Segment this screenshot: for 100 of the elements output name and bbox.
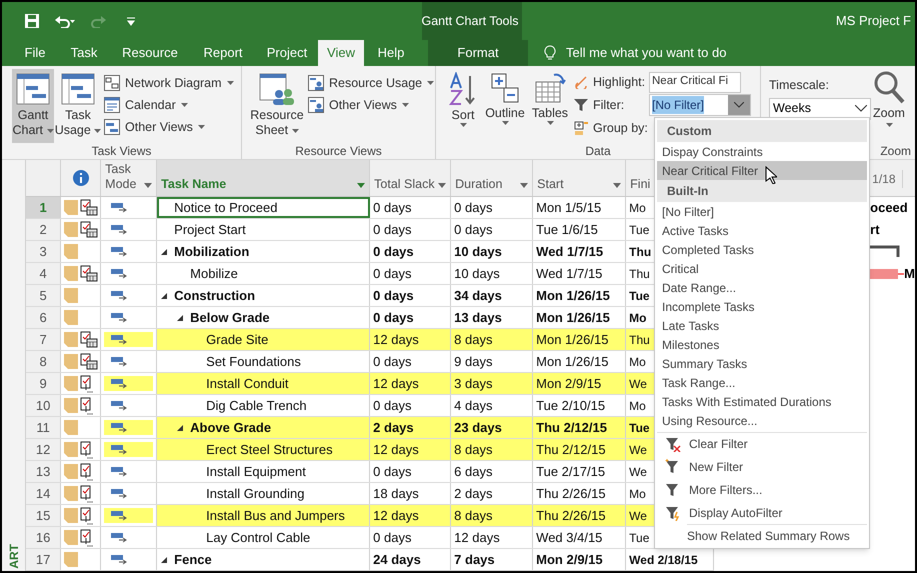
task-name-cell[interactable]: Lay Control Cable <box>157 527 370 548</box>
collapse-triangle-icon[interactable] <box>161 556 168 562</box>
table-cell: 4 days <box>451 395 534 416</box>
customize-menu-icon[interactable] <box>126 16 136 26</box>
row-number[interactable]: 5 <box>26 285 62 306</box>
caret-icon <box>427 81 434 85</box>
ribbon-tab[interactable]: Resource <box>110 40 190 66</box>
column-header[interactable]: Total Slack <box>370 160 452 196</box>
row-number[interactable]: 3 <box>26 241 62 262</box>
task-name-cell[interactable]: Above Grade <box>157 417 370 438</box>
task-name-cell[interactable]: Fence <box>157 549 370 570</box>
caret-icon <box>180 103 188 107</box>
table-cell: 0 days <box>370 219 452 240</box>
ribbon-tab[interactable]: Format <box>428 40 528 66</box>
task-name-cell[interactable]: Notice to Proceed <box>157 197 370 218</box>
ribbon-tab[interactable]: Project <box>256 40 318 66</box>
ribbon-button[interactable]: Gantt Chart <box>12 69 54 143</box>
caret-icon <box>292 128 299 133</box>
checklist-icon <box>80 528 94 546</box>
table-cell: 0 days <box>370 395 452 416</box>
ribbon-menu-button[interactable]: Other Views <box>104 116 234 138</box>
row-number[interactable]: 7 <box>26 329 62 350</box>
filter-icon <box>665 482 681 498</box>
menu-item[interactable]: Show Related Summary Rows <box>687 524 867 546</box>
auto-schedule-icon <box>111 488 128 500</box>
task-name-cell[interactable]: Dig Cable Trench <box>157 395 370 416</box>
table-cell: 2 days <box>451 483 534 504</box>
zoom-button[interactable]: Zoom <box>873 70 905 144</box>
checklist-icon <box>80 374 94 392</box>
column-header[interactable]: Duration <box>451 160 534 196</box>
task-name-cell[interactable]: Project Start <box>157 219 370 240</box>
summary-bar[interactable] <box>870 245 900 259</box>
table-cell: 0 days <box>370 351 452 372</box>
auto-schedule-icon <box>111 224 128 236</box>
table-cell: Tue 2/17/15 <box>533 461 626 482</box>
row-number[interactable]: 9 <box>26 373 62 394</box>
row-number[interactable]: 6 <box>26 307 62 328</box>
table-cell: 23 days <box>451 417 534 438</box>
ribbon-button[interactable]: Outline <box>482 69 528 143</box>
task-name-cell[interactable]: Install Grounding <box>157 483 370 504</box>
network-diagram-icon <box>104 75 120 91</box>
ribbon-tab[interactable]: File <box>12 40 58 66</box>
menu-item[interactable]: Dispay Constraints <box>657 142 867 161</box>
row-number[interactable]: 14 <box>26 483 62 504</box>
save-icon[interactable] <box>24 13 40 29</box>
task-bar[interactable] <box>870 269 904 279</box>
row-number[interactable]: 11 <box>26 417 62 438</box>
ribbon-button[interactable]: Tables <box>528 69 572 143</box>
row-number[interactable]: 10 <box>26 395 62 416</box>
row-number[interactable]: 4 <box>26 263 62 284</box>
row-number[interactable]: 13 <box>26 461 62 482</box>
task-name-cell[interactable]: Erect Steel Structures <box>157 439 370 460</box>
task-name-cell[interactable]: Set Foundations <box>157 351 370 372</box>
auto-schedule-icon <box>111 268 128 280</box>
row-number[interactable]: 16 <box>26 527 62 548</box>
task-name-cell[interactable]: Install Conduit <box>157 373 370 394</box>
group-label: Zoom <box>880 144 911 158</box>
new-filter-icon <box>665 458 681 474</box>
task-name-cell[interactable]: Install Bus and Jumpers <box>157 505 370 526</box>
task-name-cell[interactable]: Grade Site <box>157 329 370 350</box>
row-number[interactable]: 8 <box>26 351 62 372</box>
auto-schedule-icon <box>111 356 128 368</box>
column-header[interactable]: Task Name <box>157 160 370 196</box>
row-number[interactable]: 2 <box>26 219 62 240</box>
timescale-dropdown[interactable]: Weeks <box>769 98 871 120</box>
row-number[interactable]: 12 <box>26 439 62 460</box>
ribbon-button[interactable]: Resource Sheet <box>250 69 304 143</box>
ribbon-tab[interactable]: Report <box>190 40 256 66</box>
undo-icon[interactable] <box>54 14 76 28</box>
ribbon-button[interactable]: Sort <box>444 69 482 143</box>
column-header[interactable]: Start <box>533 160 626 196</box>
auto-schedule-icon <box>111 202 128 214</box>
tell-me-field[interactable]: Tell me what you want to do <box>544 40 726 66</box>
ribbon-tab[interactable]: Help <box>364 40 418 66</box>
filter-dropdown[interactable]: [No Filter] <box>649 94 751 116</box>
ribbon-menu-button[interactable]: Network Diagram <box>104 72 234 94</box>
collapse-triangle-icon[interactable] <box>161 248 168 254</box>
ribbon-menu-button[interactable]: Calendar <box>104 94 234 116</box>
ribbon-tab[interactable]: Task <box>58 40 110 66</box>
collapse-triangle-icon[interactable] <box>177 424 184 430</box>
menu-item[interactable]: Clear Filter <box>657 432 867 455</box>
highlight-dropdown[interactable]: Near Critical Fi <box>649 72 741 92</box>
tables-icon <box>534 72 566 104</box>
ribbon-menu-button[interactable]: Other Views <box>308 94 434 116</box>
row-number[interactable]: 17 <box>26 549 62 570</box>
task-name-cell[interactable]: Construction <box>157 285 370 306</box>
table-cell: 12 days <box>370 373 452 394</box>
collapse-triangle-icon[interactable] <box>177 314 184 320</box>
task-name-cell[interactable]: Below Grade <box>157 307 370 328</box>
task-name-cell[interactable]: Install Equipment <box>157 461 370 482</box>
ribbon-tab[interactable]: View <box>318 40 364 66</box>
table-cell: 18 days <box>370 483 452 504</box>
row-number[interactable]: 15 <box>26 505 62 526</box>
constraint-calendar-icon <box>80 265 98 282</box>
collapse-triangle-icon[interactable] <box>161 292 168 298</box>
filter-icon <box>574 98 588 112</box>
task-name-cell[interactable]: Mobilization <box>157 241 370 262</box>
task-name-cell[interactable]: Mobilize <box>157 263 370 284</box>
ribbon-button[interactable]: Task Usage <box>57 69 99 143</box>
ribbon-menu-button[interactable]: Resource Usage <box>308 72 434 94</box>
